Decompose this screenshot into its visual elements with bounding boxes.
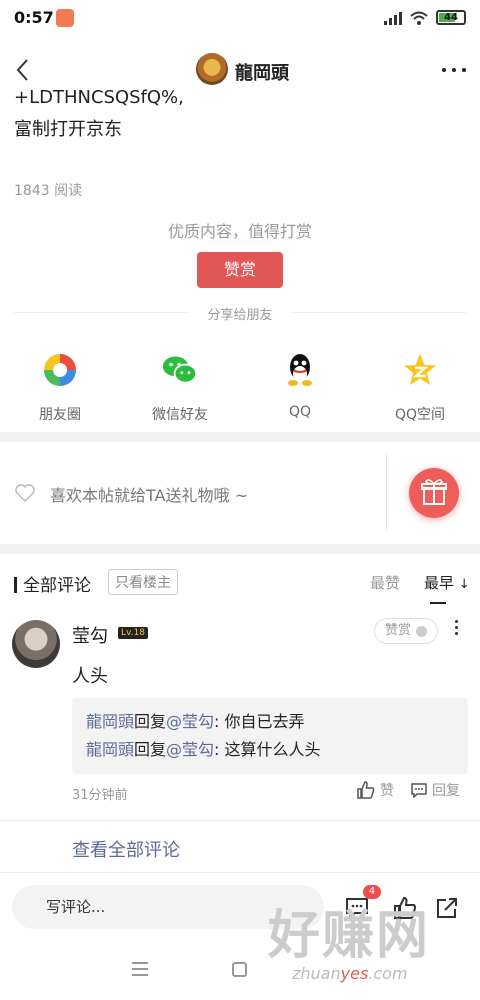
reply-author[interactable]: 龍岡頭 (86, 712, 134, 731)
qq-icon (288, 354, 312, 386)
article-line: 富制打开京东 (14, 119, 122, 140)
send-gift-button[interactable] (409, 468, 459, 518)
share-label-wechat: 微信好友 (152, 407, 208, 423)
battery-icon: 44 (436, 10, 466, 25)
heart-icon[interactable] (14, 483, 36, 503)
article-body: +LDTHNCSQSfQ%, 富制打开京东 (14, 82, 184, 146)
gift-icon (421, 479, 447, 505)
reward-button[interactable]: 赞赏 (197, 252, 283, 288)
like-label: 赞 (380, 783, 394, 799)
comment-body: 人头 (72, 666, 108, 687)
more-options-icon[interactable] (442, 68, 466, 72)
moments-icon (44, 354, 76, 386)
share-label-moments: 朋友圈 (39, 407, 81, 423)
reply-item: 龍岡頭回复@莹勾: 这算什么人头 (86, 736, 454, 764)
reply-label: 回复 (432, 783, 460, 799)
divider (386, 454, 387, 530)
reply-author[interactable]: 龍岡頭 (86, 740, 134, 759)
share-label: 分享给朋友 (190, 304, 290, 323)
share-qzone[interactable]: QQ空间 (360, 352, 480, 424)
reply-verb: 回复 (134, 712, 167, 731)
recents-menu-icon[interactable] (132, 962, 148, 980)
share-wechat[interactable]: 微信好友 (120, 352, 240, 424)
write-comment-input[interactable]: 写评论... (12, 885, 324, 929)
active-tab-indicator (430, 602, 446, 604)
reward-hint: 优质内容，值得打赏 (167, 222, 312, 241)
system-nav-bar (0, 944, 480, 1000)
section-separator (0, 544, 480, 554)
sort-new-tab[interactable]: 最早 ↓ (424, 572, 470, 593)
share-label-qq: QQ (288, 404, 312, 420)
comment-like-button[interactable]: 赞 (356, 780, 394, 800)
back-arrow-icon[interactable] (10, 56, 38, 84)
level-badge: Lv.18 (118, 627, 148, 639)
commenter-avatar[interactable] (12, 620, 60, 668)
only-op-toggle[interactable]: 只看楼主 (108, 569, 178, 595)
comment-time: 31分钟前 (72, 788, 128, 803)
reply-item: 龍岡頭回复@莹勾: 你自已去弄 (86, 708, 454, 736)
commenter-name[interactable]: 莹勾 (72, 622, 108, 648)
share-qq[interactable]: QQ (240, 352, 360, 424)
battery-level: 44 (444, 12, 458, 23)
sort-new-label: 最早 (424, 574, 455, 592)
share-icon[interactable] (434, 895, 460, 921)
section-separator (0, 432, 480, 442)
gift-row: 喜欢本帖就给TA送礼物哦 ~ (0, 444, 480, 544)
status-time: 0:57 (14, 8, 54, 27)
gift-prompt: 喜欢本帖就给TA送礼物哦 ~ (50, 486, 248, 505)
status-bar: 0:57 44 (0, 0, 480, 40)
comment-reward-label: 赞赏 (385, 623, 412, 638)
signal-icon (384, 11, 402, 25)
reply-box[interactable]: 龍岡頭回复@莹勾: 你自已去弄 龍岡頭回复@莹勾: 这算什么人头 (72, 698, 468, 774)
status-indicators: 44 (384, 10, 466, 25)
comments-icon[interactable] (344, 895, 370, 921)
bottom-action-bar: 写评论... 4 (0, 872, 480, 944)
author-name[interactable]: 龍岡頭 (235, 59, 289, 85)
author-avatar[interactable] (196, 53, 228, 85)
reply-text: : 这算什么人头 (214, 740, 321, 759)
comment-count-badge: 4 (363, 885, 381, 899)
wechat-icon (162, 356, 198, 384)
home-icon[interactable] (232, 962, 247, 977)
reply-target[interactable]: @莹勾 (166, 740, 214, 759)
comments-header: 全部评论 只看楼主 最赞 最早 ↓ (0, 560, 480, 604)
qzone-icon (404, 354, 436, 385)
comment-item: 莹勾 Lv.18 赞赏 人头 龍岡頭回复@莹勾: 你自已去弄 龍岡頭回复@莹勾:… (0, 612, 480, 812)
reply-bubble-icon (411, 783, 427, 798)
read-count: 1843 阅读 (14, 183, 83, 199)
share-row: 朋友圈 微信好友 QQ QQ空间 (0, 352, 480, 424)
reply-target[interactable]: @莹勾 (166, 712, 214, 731)
comment-reward-button[interactable]: 赞赏 (374, 618, 438, 644)
sort-down-icon: ↓ (458, 577, 470, 592)
share-moments[interactable]: 朋友圈 (0, 352, 120, 424)
sort-hot-tab[interactable]: 最赞 (370, 572, 400, 593)
reply-verb: 回复 (134, 740, 167, 759)
thumbs-up-icon (357, 781, 375, 799)
reply-text: : 你自已去弄 (214, 712, 305, 731)
comments-title: 全部评论 (14, 571, 91, 596)
divider (0, 820, 480, 821)
app-notification-icon (56, 9, 74, 27)
comment-reply-button[interactable]: 回复 (410, 780, 460, 800)
share-label-qzone: QQ空间 (394, 407, 446, 423)
see-all-comments-link[interactable]: 查看全部评论 (72, 836, 180, 862)
comment-more-icon[interactable] (455, 620, 458, 635)
article-line: +LDTHNCSQSfQ%, (14, 87, 184, 108)
thumbs-up-icon[interactable] (392, 895, 418, 921)
wifi-icon (410, 11, 428, 25)
